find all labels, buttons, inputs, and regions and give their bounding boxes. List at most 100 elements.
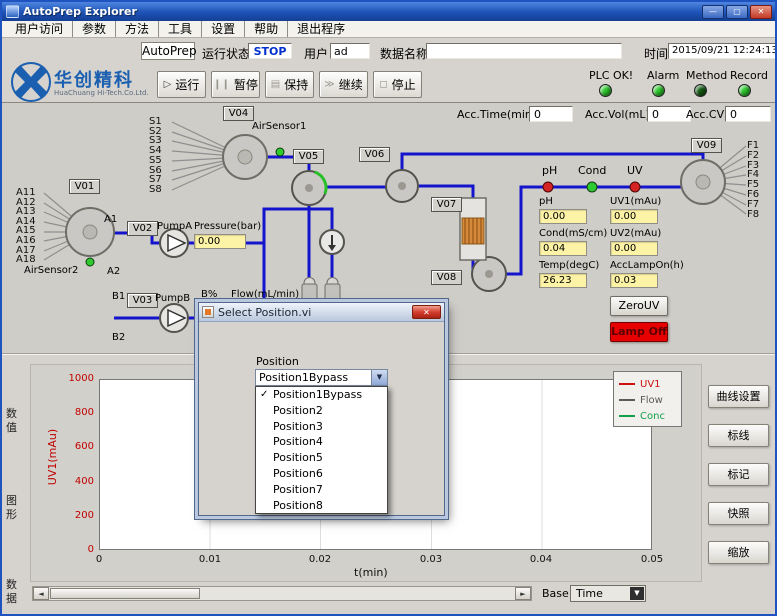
legend-row-conc[interactable]: Conc xyxy=(619,408,676,424)
list-item-position4[interactable]: Position4 xyxy=(256,434,387,450)
marker-line-button[interactable]: 标线 xyxy=(708,424,769,447)
valve-tag-v07[interactable]: V07 xyxy=(431,197,462,212)
minimize-button[interactable]: — xyxy=(702,5,724,19)
valve-tag-v03[interactable]: V03 xyxy=(127,293,158,308)
continue-button[interactable]: ≫ 继续 xyxy=(319,71,368,98)
left-tab-data[interactable]: 数据 xyxy=(4,578,19,606)
uv2-reading-label: UV2(mAu) xyxy=(610,228,661,239)
menu-tools[interactable]: 工具 xyxy=(158,21,201,37)
list-item-position6[interactable]: Position6 xyxy=(256,466,387,482)
x-tick: 0.03 xyxy=(409,554,453,565)
valve-tag-v09[interactable]: V09 xyxy=(691,138,722,153)
acc-time-value: 0 xyxy=(529,106,573,122)
hold-button[interactable]: ▤ 保持 xyxy=(265,71,314,98)
valve-v06-body[interactable] xyxy=(386,170,418,202)
close-button[interactable]: ✕ xyxy=(750,5,772,19)
airsensor2-label: AirSensor2 xyxy=(24,265,78,276)
stop-button[interactable]: ◻ 停止 xyxy=(373,71,422,98)
scroll-right-arrow-icon[interactable]: ► xyxy=(515,587,531,600)
menu-user-access[interactable]: 用户访问 xyxy=(6,21,72,37)
legend-row-flow[interactable]: Flow xyxy=(619,392,676,408)
list-item-position8[interactable]: Position8 xyxy=(256,498,387,514)
combobox-arrow-icon[interactable]: ▼ xyxy=(371,370,387,385)
valve-tag-v01[interactable]: V01 xyxy=(69,179,100,194)
valve-v09-rotary[interactable] xyxy=(681,160,725,204)
column-v07-icon[interactable] xyxy=(460,198,486,260)
list-item-position1bypass[interactable]: ✓ Position1Bypass xyxy=(256,387,387,403)
menu-parameters[interactable]: 参数 xyxy=(72,21,115,37)
alarm-label: Alarm xyxy=(647,69,679,82)
application-window: AutoPrep Explorer — ▢ ✕ 用户访问 参数 方法 工具 设置… xyxy=(0,0,777,616)
record-label: Record xyxy=(730,69,768,82)
position-field-label: Position xyxy=(256,355,299,368)
x-axis-label: t(min) xyxy=(354,566,388,579)
y-tick: 1000 xyxy=(64,373,94,384)
list-item-position2[interactable]: Position2 xyxy=(256,403,387,419)
chart-legend[interactable]: UV1 Flow Conc xyxy=(613,371,682,427)
valve-v05-body[interactable] xyxy=(292,171,326,205)
valve-tag-v05[interactable]: V05 xyxy=(293,149,324,164)
pump-a-icon[interactable] xyxy=(160,229,188,257)
checkmark-icon: ✓ xyxy=(260,387,272,403)
flow-line-swatch xyxy=(619,399,635,401)
pump-b-icon[interactable] xyxy=(160,304,188,332)
autoprep-button[interactable]: AutoPrep xyxy=(141,42,195,60)
window-title: AutoPrep Explorer xyxy=(23,5,700,18)
continue-button-label: 继续 xyxy=(339,76,363,93)
company-logo xyxy=(11,62,51,102)
chevron-down-icon[interactable]: ▼ xyxy=(630,587,644,600)
uv1-line-swatch xyxy=(619,383,635,385)
valve-tag-v08[interactable]: V08 xyxy=(431,270,462,285)
valve-v04-rotary[interactable] xyxy=(223,135,267,179)
valve-tag-v04[interactable]: V04 xyxy=(223,106,254,121)
stop-button-label: 停止 xyxy=(392,76,416,93)
zero-uv-button[interactable]: ZeroUV xyxy=(610,296,668,316)
scroll-left-arrow-icon[interactable]: ◄ xyxy=(33,587,49,600)
valve-tag-v06[interactable]: V06 xyxy=(359,147,390,162)
dialog-title: Select Position.vi xyxy=(218,306,311,319)
annotate-button[interactable]: 标记 xyxy=(708,463,769,486)
dataset-label: 数据名称 xyxy=(380,45,428,62)
purge-valve-icon[interactable] xyxy=(320,230,344,254)
snapshot-button[interactable]: 快照 xyxy=(708,502,769,525)
maximize-button[interactable]: ▢ xyxy=(726,5,748,19)
list-item-label: Position1Bypass xyxy=(273,388,362,401)
base-dropdown[interactable]: Time ▼ xyxy=(570,585,646,602)
run-button[interactable]: ▷ 运行 xyxy=(157,71,206,98)
list-item-position5[interactable]: Position5 xyxy=(256,450,387,466)
acc-time-label: Acc.Time(min) xyxy=(457,108,536,121)
position-combobox[interactable]: Position1Bypass ▼ xyxy=(255,369,388,386)
pause-button-label: 暂停 xyxy=(234,76,258,93)
menu-help[interactable]: 帮助 xyxy=(244,21,287,37)
valve-v08-body[interactable] xyxy=(472,257,506,291)
list-item-position7[interactable]: Position7 xyxy=(256,482,387,498)
left-tab-graph[interactable]: 图形 xyxy=(4,494,19,522)
legend-flow-label: Flow xyxy=(640,395,663,406)
list-item-position3[interactable]: Position3 xyxy=(256,419,387,435)
dataset-input[interactable] xyxy=(426,43,622,59)
dialog-title-bar: Select Position.vi ✕ xyxy=(199,303,444,322)
horizontal-scrollbar[interactable]: ◄ ► xyxy=(32,586,532,601)
run-state-label: 运行状态 xyxy=(202,45,250,62)
x-tick: 0 xyxy=(77,554,121,565)
menu-exit[interactable]: 退出程序 xyxy=(287,21,354,37)
dialog-close-button[interactable]: ✕ xyxy=(412,305,441,319)
pause-button[interactable]: ❙❙ 暂停 xyxy=(211,71,260,98)
list-item-label: Position7 xyxy=(273,483,323,496)
curve-settings-button[interactable]: 曲线设置 xyxy=(708,385,769,408)
user-label: 用户 xyxy=(304,45,328,62)
left-tab-values[interactable]: 数值 xyxy=(4,407,19,435)
legend-row-uv1[interactable]: UV1 xyxy=(619,376,676,392)
cond-reading-value: 0.04 xyxy=(539,241,587,256)
scrollbar-thumb[interactable] xyxy=(50,588,200,599)
user-input[interactable] xyxy=(330,43,370,59)
menu-method[interactable]: 方法 xyxy=(115,21,158,37)
legend-uv1-label: UV1 xyxy=(640,379,661,390)
valve-tag-v02[interactable]: V02 xyxy=(127,221,158,236)
uv-sensor-label: UV xyxy=(627,164,643,177)
menu-settings[interactable]: 设置 xyxy=(201,21,244,37)
acclampon-reading-label: AccLampOn(h) xyxy=(610,260,684,271)
lamp-off-button[interactable]: Lamp Off xyxy=(610,322,668,342)
zoom-button[interactable]: 缩放 xyxy=(708,541,769,564)
list-item-label: Position3 xyxy=(273,420,323,433)
